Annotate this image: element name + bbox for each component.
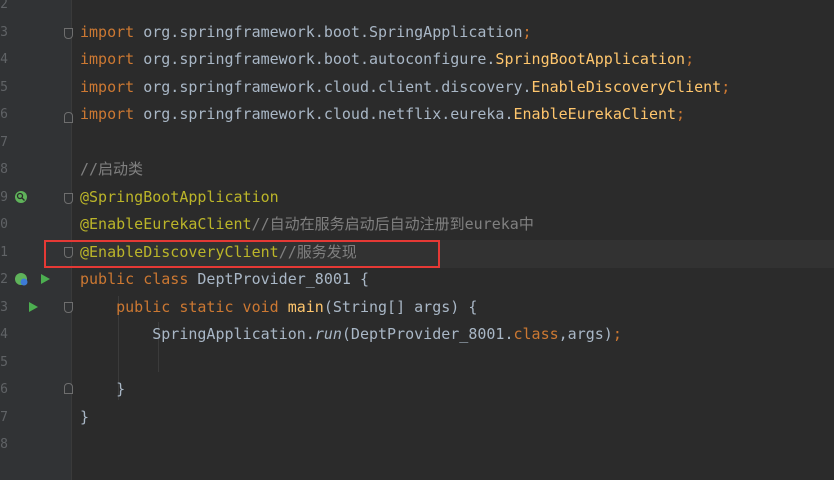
fold-marker-icon[interactable]: [64, 302, 73, 313]
line-number: 8: [0, 162, 8, 177]
code-line[interactable]: import org.springframework.cloud.netflix…: [80, 101, 685, 129]
line-number: 2: [0, 272, 8, 287]
code-line[interactable]: import org.springframework.boot.SpringAp…: [80, 19, 532, 47]
code-line[interactable]: @SpringBootApplication: [80, 184, 279, 212]
code-token: ;: [685, 50, 695, 68]
run-icon[interactable]: [26, 300, 40, 314]
line-number: 4: [0, 327, 8, 342]
spring-bean-icon[interactable]: [14, 272, 28, 286]
code-token: ;: [522, 22, 532, 41]
code-line[interactable]: public static void main(String[] args) {: [80, 294, 477, 322]
code-line[interactable]: import org.springframework.boot.autoconf…: [80, 46, 694, 74]
code-token: EnableEurekaClient: [513, 105, 677, 123]
line-number: 0: [0, 217, 8, 232]
code-token: run: [314, 325, 342, 343]
line-number: 4: [0, 52, 8, 67]
code-token: SpringApplication.: [80, 325, 315, 343]
code-token: class: [513, 325, 559, 343]
code-token: import: [80, 105, 144, 123]
fold-marker-icon[interactable]: [64, 112, 73, 123]
code-token: org.springframework.cloud.client.discove…: [143, 77, 532, 96]
code-line[interactable]: import org.springframework.cloud.client.…: [80, 74, 730, 102]
fold-marker-icon[interactable]: [64, 193, 73, 204]
code-line[interactable]: @EnableEurekaClient//自动在服务启动后自动注册到eureka…: [80, 211, 534, 239]
line-number: 3: [0, 299, 8, 315]
code-token: @SpringBootApplication: [80, 187, 279, 206]
code-line[interactable]: SpringApplication.run(DeptProvider_8001.…: [80, 321, 622, 349]
code-token: import: [80, 22, 144, 41]
code-token: DeptProvider_8001 {: [197, 270, 369, 288]
code-token: //自动在服务启动后自动注册到eureka中: [251, 215, 534, 233]
code-line[interactable]: }: [80, 376, 125, 404]
line-number: 8: [0, 437, 8, 452]
code-token: (String[] args) {: [323, 297, 478, 316]
code-token: org.springframework.boot.: [143, 22, 369, 41]
run-icon[interactable]: [38, 272, 52, 286]
code-token: ,args): [558, 325, 613, 343]
code-token: import: [80, 77, 144, 96]
line-number: 9: [0, 189, 8, 205]
line-number: 7: [0, 134, 8, 150]
line-number: 5: [0, 354, 8, 370]
line-number: 7: [0, 409, 8, 425]
code-token: org.springframework.boot.autoconfigure.: [143, 50, 496, 68]
code-token: public static void: [80, 297, 288, 316]
code-token: public class: [80, 270, 198, 288]
code-line[interactable]: }: [80, 404, 89, 432]
code-token: }: [80, 380, 126, 398]
code-token: SpringBootApplication: [495, 50, 686, 68]
code-token: ;: [676, 105, 686, 123]
red-highlight-box: [44, 240, 440, 268]
code-token: org.springframework.cloud.netflix.eureka…: [143, 105, 514, 123]
code-token: ;: [721, 77, 731, 96]
code-editor[interactable]: 2 3 4 5 6 7 8 9 0 1 2 3 4 5 6 7 8 import org.springframe…: [0, 0, 834, 480]
code-token: import: [80, 50, 144, 68]
code-token: }: [80, 407, 90, 426]
code-line[interactable]: //启动类: [80, 156, 143, 184]
code-token: //启动类: [80, 160, 144, 178]
line-number: 3: [0, 24, 8, 40]
code-token: @EnableEurekaClient: [80, 215, 252, 233]
code-token: (DeptProvider_8001.: [341, 325, 514, 343]
line-number: 6: [0, 107, 8, 122]
line-number: 6: [0, 382, 8, 397]
code-token: main: [287, 297, 324, 316]
fold-marker-icon[interactable]: [64, 383, 73, 394]
code-token: EnableDiscoveryClient: [531, 77, 722, 96]
code-line[interactable]: public class DeptProvider_8001 {: [80, 266, 369, 294]
line-number: 5: [0, 79, 8, 95]
line-number: 2: [0, 0, 8, 12]
spring-bean-icon[interactable]: [14, 190, 28, 204]
code-token: SpringApplication: [369, 22, 523, 41]
fold-marker-icon[interactable]: [64, 28, 73, 39]
line-number: 1: [0, 244, 8, 260]
code-token: ;: [612, 325, 622, 343]
